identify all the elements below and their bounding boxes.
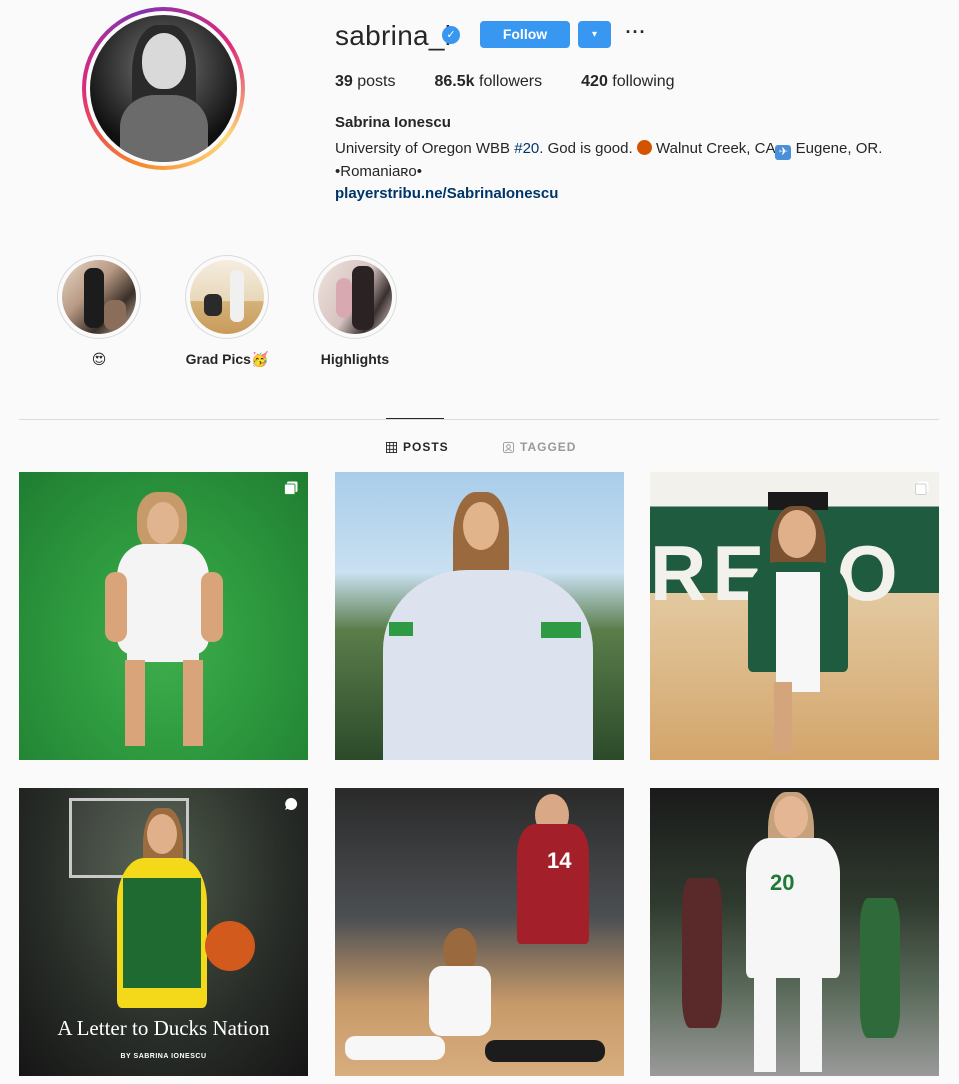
profile-username: sabrina_i xyxy=(335,20,452,51)
post-caption-title: A Letter to Ducks Nation xyxy=(57,1016,270,1040)
bio-hashtag-link[interactable]: #20 xyxy=(514,140,539,157)
highlight-cover-3 xyxy=(318,260,392,334)
highlight-cover-2 xyxy=(190,260,264,334)
post-tile-1[interactable] xyxy=(19,472,308,760)
profile-avatar[interactable] xyxy=(82,7,245,170)
followers-stat[interactable]: 86.5k followers xyxy=(435,73,543,91)
carousel-icon xyxy=(284,481,298,495)
airplane-emoji-icon: ✈ xyxy=(775,145,792,160)
posts-stat: 39 posts xyxy=(335,73,396,90)
verified-badge-icon: ✓ xyxy=(442,26,460,44)
profile-website-link[interactable]: playerstribu.ne/SabrinaIonescu xyxy=(335,185,558,202)
suggested-accounts-dropdown-button[interactable]: ▾ xyxy=(578,21,611,48)
bio-second-line: •Romaniaʀᴏ• xyxy=(335,163,422,180)
following-stat[interactable]: 420 following xyxy=(581,73,674,91)
basketball-emoji-icon xyxy=(636,140,652,155)
post-tile-6[interactable]: 20 xyxy=(650,788,939,1076)
more-options-icon[interactable]: ··· xyxy=(624,22,648,46)
post-caption-byline: BY SABRINA IONESCU xyxy=(120,1053,207,1060)
story-highlight-2[interactable]: Grad Pics🥳 xyxy=(185,255,269,368)
active-tab-indicator xyxy=(386,418,444,419)
tabs-divider xyxy=(19,419,939,420)
follow-button[interactable]: Follow xyxy=(480,21,570,48)
avatar-image xyxy=(90,15,237,162)
profile-full-name: Sabrina Ionescu xyxy=(335,114,451,131)
post-tile-3[interactable]: REGO xyxy=(650,472,939,760)
highlight-cover-1 xyxy=(62,260,136,334)
post-tile-4[interactable]: A Letter to Ducks Nation BY SABRINA IONE… xyxy=(19,788,308,1076)
profile-bio: University of Oregon WBB #20. God is goo… xyxy=(335,140,883,180)
story-highlight-1[interactable]: 😍 xyxy=(57,255,141,368)
profile-stats: 39 posts 86.5k followers 420 following xyxy=(335,73,675,91)
tab-tagged[interactable]: TAGGED xyxy=(503,440,576,454)
carousel-icon xyxy=(915,481,929,495)
igtv-icon xyxy=(285,797,298,810)
post-tile-5[interactable]: 14 xyxy=(335,788,624,1076)
tab-posts[interactable]: POSTS xyxy=(386,440,449,454)
grid-icon xyxy=(386,441,397,453)
story-highlight-3[interactable]: Highlights xyxy=(313,255,397,367)
tagged-icon xyxy=(503,441,514,453)
post-tile-2[interactable] xyxy=(335,472,624,760)
